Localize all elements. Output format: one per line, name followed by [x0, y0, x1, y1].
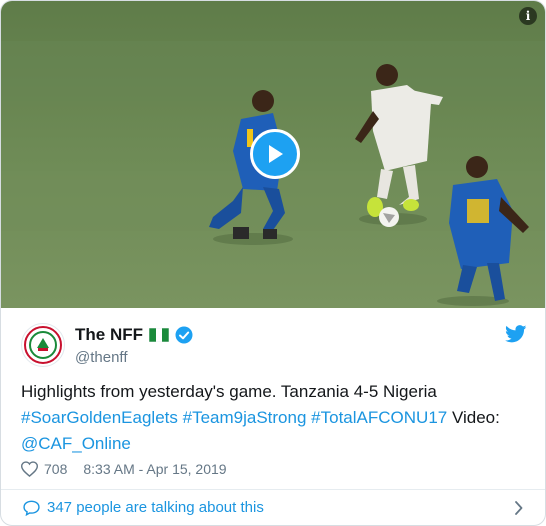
mention-caf-online[interactable]: @CAF_Online [21, 434, 131, 453]
heart-icon [21, 461, 38, 477]
author-name[interactable]: The NFF [75, 325, 143, 345]
play-button[interactable] [250, 129, 300, 179]
nff-logo [24, 326, 62, 364]
like-count: 708 [44, 461, 68, 477]
like-button[interactable] [21, 461, 38, 477]
chevron-right-icon [515, 501, 523, 515]
nigeria-flag [149, 328, 169, 342]
tweet-text-line-3: @CAF_Online [21, 431, 531, 457]
tweet-body: Highlights from yesterday's game. Tanzan… [21, 382, 437, 401]
hashtag-totalafconu17[interactable]: #TotalAFCONU17 [311, 408, 447, 427]
verified-badge-icon [175, 326, 193, 344]
tweet-meta: 708 8:33 AM - Apr 15, 2019 [21, 459, 227, 479]
tweet-text: Highlights from yesterday's game. Tanzan… [21, 379, 531, 457]
tweet-card: i The NFF @thenff Highlights from yester… [0, 0, 546, 526]
twitter-bird-icon[interactable] [505, 325, 527, 343]
talking-count[interactable]: 347 people are talking about this [47, 499, 264, 516]
avatar[interactable] [21, 323, 65, 367]
play-icon [269, 145, 283, 163]
tweet-text-line-2: #SoarGoldenEaglets #Team9jaStrong #Total… [21, 405, 531, 431]
author-handle[interactable]: @thenff [75, 349, 128, 366]
tweet-text-line-1: Highlights from yesterday's game. Tanzan… [21, 379, 531, 405]
conversation-link[interactable]: 347 people are talking about this [1, 490, 545, 525]
tweet-timestamp[interactable]: 8:33 AM - Apr 15, 2019 [83, 461, 226, 477]
video-player[interactable]: i [1, 1, 545, 308]
author-name-row[interactable]: The NFF [75, 325, 193, 345]
info-icon[interactable]: i [519, 7, 537, 25]
hashtag-team9jastrong[interactable]: #Team9jaStrong [183, 408, 307, 427]
comment-bubble-icon [23, 500, 40, 516]
hashtag-soargoldeneaglets[interactable]: #SoarGoldenEaglets [21, 408, 178, 427]
video-credit-label: Video: [451, 408, 500, 427]
tweet-header: The NFF @thenff [21, 321, 531, 371]
